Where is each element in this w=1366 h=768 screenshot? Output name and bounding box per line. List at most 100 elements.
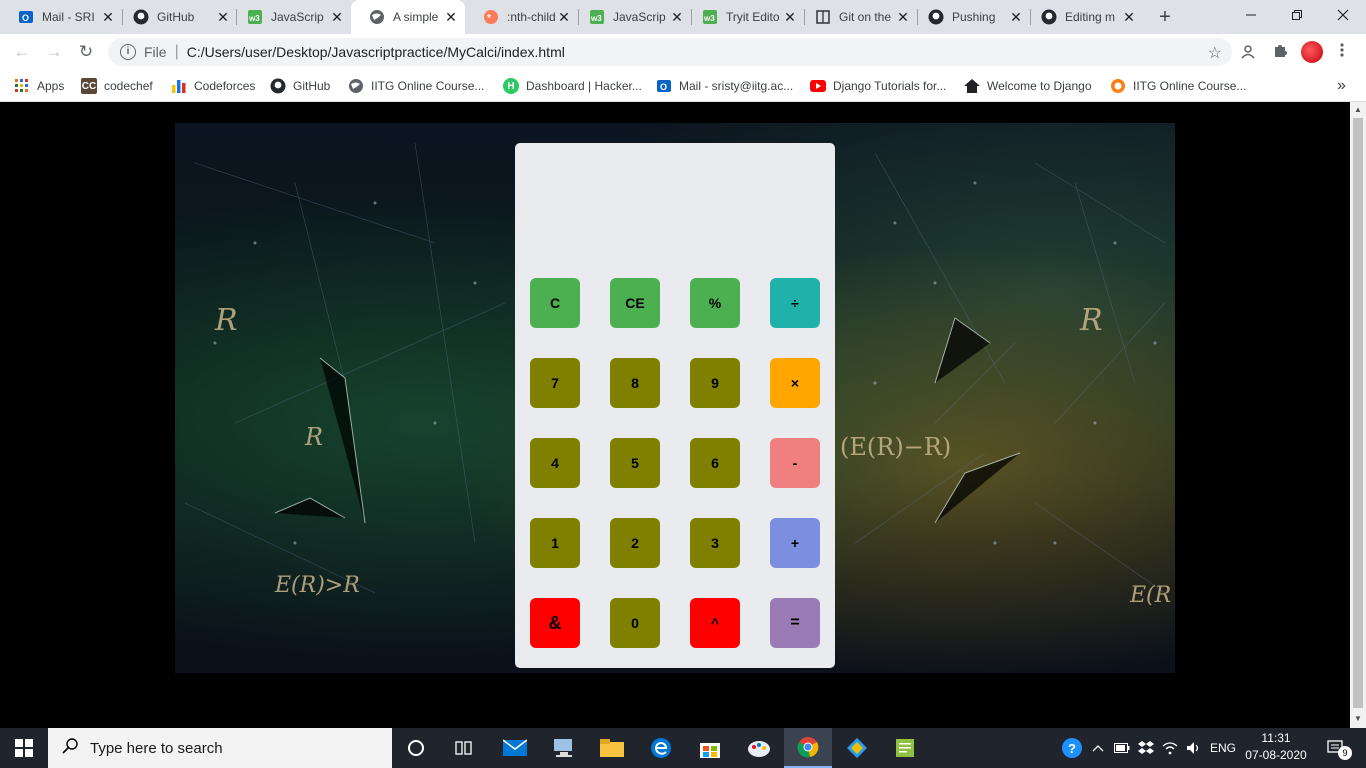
page-scrollbar[interactable]: ▲ ▼ xyxy=(1350,102,1366,728)
edge-icon[interactable] xyxy=(637,728,685,768)
search-placeholder: Type here to search xyxy=(90,739,223,757)
avatar[interactable] xyxy=(1301,41,1323,63)
scroll-up-icon[interactable]: ▲ xyxy=(1354,105,1362,114)
paint-icon[interactable] xyxy=(735,728,783,768)
key-percent[interactable]: % xyxy=(690,278,740,328)
tab-git-on-the[interactable]: Git on the ✕ xyxy=(797,0,917,34)
bookmark-label: Codeforces xyxy=(194,79,256,93)
close-icon[interactable]: ✕ xyxy=(669,9,685,25)
key-2[interactable]: 2 xyxy=(610,518,660,568)
close-icon[interactable]: ✕ xyxy=(329,9,345,25)
key-add[interactable]: + xyxy=(770,518,820,568)
forward-arrow-icon[interactable]: → xyxy=(44,42,64,62)
kebab-menu-icon[interactable] xyxy=(1332,42,1352,62)
tab-javascript-2[interactable]: w3 JavaScrip ✕ xyxy=(571,0,691,34)
tab-mail[interactable]: O Mail - SRI ✕ xyxy=(0,0,122,34)
bookmark-github[interactable]: GitHub xyxy=(270,76,330,96)
key-6[interactable]: 6 xyxy=(690,438,740,488)
key-multiply[interactable]: × xyxy=(770,358,820,408)
store-icon[interactable] xyxy=(686,728,734,768)
chrome-icon[interactable] xyxy=(784,728,832,768)
reload-icon[interactable]: ↻ xyxy=(76,42,96,62)
close-icon[interactable]: ✕ xyxy=(100,9,116,25)
url-text[interactable]: C:/Users/user/Desktop/Javascriptpractice… xyxy=(187,44,565,60)
tab-github[interactable]: GitHub ✕ xyxy=(115,0,237,34)
cortana-icon[interactable] xyxy=(392,728,440,768)
scrollbar-thumb[interactable] xyxy=(1353,118,1363,708)
notifications-icon[interactable]: 9 xyxy=(1318,728,1354,768)
key-1[interactable]: 1 xyxy=(530,518,580,568)
close-icon[interactable]: ✕ xyxy=(1008,9,1024,25)
dev-tool-icon[interactable] xyxy=(833,728,881,768)
close-icon[interactable]: ✕ xyxy=(443,9,459,25)
key-9[interactable]: 9 xyxy=(690,358,740,408)
tab-label: Editing m xyxy=(1065,10,1116,24)
taskbar-search-box[interactable]: Type here to search xyxy=(48,728,392,768)
key-0[interactable]: 0 xyxy=(610,598,660,648)
address-bar[interactable]: i File | C:/Users/user/Desktop/Javascrip… xyxy=(108,38,1232,66)
chevron-up-icon[interactable] xyxy=(1088,728,1108,768)
key-divide[interactable]: ÷ xyxy=(770,278,820,328)
key-ampersand[interactable]: & xyxy=(530,598,580,648)
mail-app-icon[interactable] xyxy=(491,728,539,768)
extension-profile-icon[interactable] xyxy=(1238,42,1258,62)
tab-label: Git on the xyxy=(839,10,892,24)
bookmark-codechef[interactable]: CC codechef xyxy=(81,76,153,96)
bookmark-label: Apps xyxy=(37,79,65,93)
tab-pushing[interactable]: Pushing ✕ xyxy=(910,0,1030,34)
key-5[interactable]: 5 xyxy=(610,438,660,488)
key-power[interactable]: ^ xyxy=(690,598,740,648)
key-equals[interactable]: = xyxy=(770,598,820,648)
key-3[interactable]: 3 xyxy=(690,518,740,568)
bookmarks-overflow-button[interactable]: » xyxy=(1337,76,1346,96)
bookmark-welcome-django[interactable]: Welcome to Django xyxy=(964,76,1092,96)
puzzle-extensions-icon[interactable] xyxy=(1270,42,1290,62)
bookmark-apps[interactable]: Apps xyxy=(14,76,64,96)
help-icon[interactable]: ? xyxy=(1058,728,1086,768)
close-icon[interactable]: ✕ xyxy=(1121,9,1137,25)
notepad-plus-icon[interactable] xyxy=(881,728,929,768)
hackerrank-icon: H xyxy=(503,78,519,94)
bookmark-django-tutorials[interactable]: Django Tutorials for... xyxy=(810,76,946,96)
volume-icon[interactable] xyxy=(1184,728,1204,768)
bookmarks-bar: Apps CC codechef Codeforces GitHub IITG … xyxy=(0,70,1366,102)
new-tab-button[interactable]: + xyxy=(1155,7,1175,27)
bookmark-hackerrank[interactable]: H Dashboard | Hacker... xyxy=(503,76,642,96)
tab-a-simple[interactable]: A simple ✕ xyxy=(351,0,465,34)
bookmark-iitg-2[interactable]: IITG Online Course... xyxy=(1110,76,1246,96)
back-arrow-icon[interactable]: ← xyxy=(12,42,32,62)
key-clear-entry[interactable]: CE xyxy=(610,278,660,328)
info-icon[interactable]: i xyxy=(120,44,136,60)
windows-start-icon[interactable] xyxy=(0,728,48,768)
dropbox-icon[interactable] xyxy=(1136,728,1156,768)
minimize-icon[interactable] xyxy=(1228,0,1274,30)
bookmark-codeforces[interactable]: Codeforces xyxy=(171,76,255,96)
bookmark-star-icon[interactable]: ☆ xyxy=(1208,43,1222,63)
my-computer-icon[interactable] xyxy=(540,728,588,768)
tab-javascript-1[interactable]: w3 JavaScrip ✕ xyxy=(229,0,351,34)
restore-icon[interactable] xyxy=(1274,0,1320,30)
key-4[interactable]: 4 xyxy=(530,438,580,488)
file-explorer-icon[interactable] xyxy=(588,728,636,768)
close-icon[interactable]: ✕ xyxy=(556,9,572,25)
close-window-icon[interactable] xyxy=(1320,0,1366,30)
bookmark-mail[interactable]: O Mail - sristy@iitg.ac... xyxy=(656,76,793,96)
tab-editing[interactable]: Editing m ✕ xyxy=(1023,0,1143,34)
key-subtract[interactable]: - xyxy=(770,438,820,488)
tab-nth-child[interactable]: * :nth-child ✕ xyxy=(465,0,578,34)
tab-label: Tryit Edito xyxy=(726,10,780,24)
key-clear[interactable]: C xyxy=(530,278,580,328)
bookmark-iitg-1[interactable]: IITG Online Course... xyxy=(348,76,484,96)
wifi-icon[interactable] xyxy=(1160,728,1180,768)
close-icon[interactable]: ✕ xyxy=(782,9,798,25)
language-indicator[interactable]: ENG xyxy=(1208,728,1238,768)
close-icon[interactable]: ✕ xyxy=(895,9,911,25)
key-8[interactable]: 8 xyxy=(610,358,660,408)
tab-label: GitHub xyxy=(157,10,195,24)
key-7[interactable]: 7 xyxy=(530,358,580,408)
tab-tryit-editor[interactable]: w3 Tryit Edito ✕ xyxy=(684,0,804,34)
task-view-icon[interactable] xyxy=(440,728,488,768)
clock[interactable]: 11:31 07-08-2020 xyxy=(1240,730,1312,766)
battery-icon[interactable] xyxy=(1112,728,1132,768)
scroll-down-icon[interactable]: ▼ xyxy=(1354,714,1362,723)
